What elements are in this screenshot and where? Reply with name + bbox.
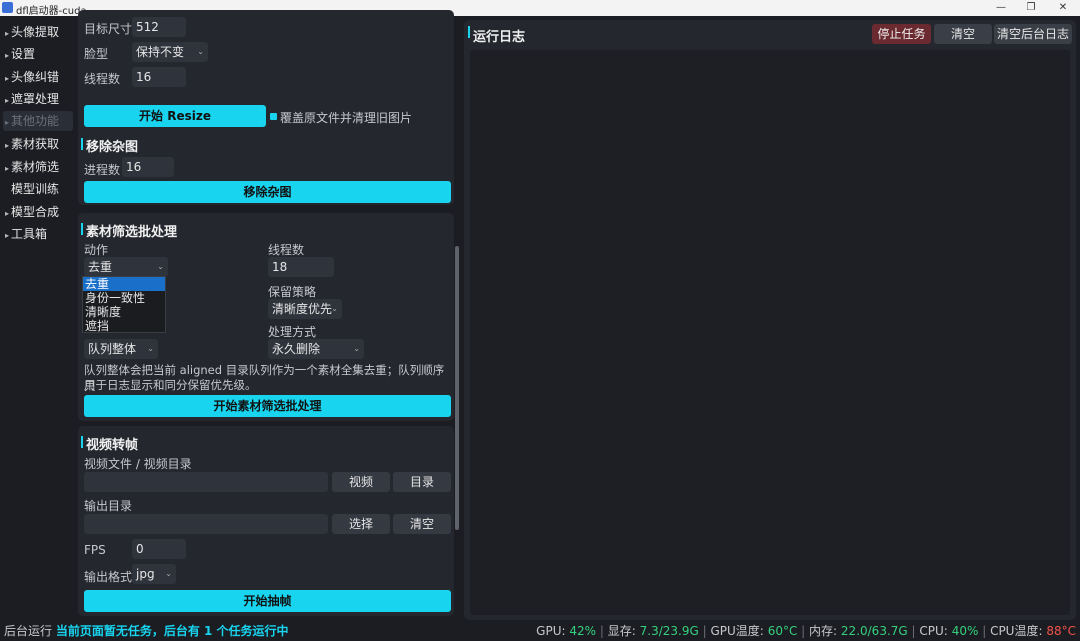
face-type-select[interactable]: 保持不变 ⌄	[132, 42, 208, 62]
tools-scroll-area[interactable]: 目标尺寸 512 脸型 保持不变 ⌄ 线程数 16 开始 Resize 覆盖原文件…	[76, 10, 462, 621]
filter-threads-input[interactable]: 18	[268, 257, 334, 277]
left-scrollbar[interactable]	[455, 246, 459, 530]
sidebar-item-filter[interactable]: ▸ 素材筛选	[3, 157, 73, 177]
window-title: dfl启动器-cuda	[16, 6, 87, 17]
close-icon[interactable]: ✕	[1048, 0, 1078, 16]
clear-button[interactable]: 清空	[393, 514, 451, 534]
action-dropdown-list[interactable]: 去重 身份一致性 清晰度 遮挡	[82, 276, 166, 333]
app-icon	[2, 2, 13, 13]
filter-title: 素材筛选批处理	[80, 221, 177, 240]
action-option[interactable]: 去重	[83, 277, 165, 291]
status-bar: 后台运行 当前页面暂无任务，后台有 1 个任务运行中 GPU: 42% | 显存…	[0, 621, 1080, 641]
overwrite-checkbox[interactable]	[270, 113, 277, 120]
action-option[interactable]: 遮挡	[83, 319, 165, 333]
select-button[interactable]: 选择	[332, 514, 390, 534]
format-select[interactable]: jpg ⌄	[132, 564, 176, 584]
video-title: 视频转帧	[80, 434, 138, 453]
sidebar-item-toolbox[interactable]: ▸ 工具箱	[3, 224, 73, 244]
remove-title: 移除杂图	[80, 136, 138, 155]
action-option[interactable]: 清晰度	[83, 305, 165, 319]
log-textarea[interactable]	[470, 50, 1070, 615]
face-type-label: 脸型	[84, 47, 109, 61]
dir-button[interactable]: 目录	[393, 472, 451, 492]
target-size-input[interactable]: 512	[132, 17, 186, 37]
threads-label: 线程数	[84, 72, 121, 86]
video-file-input[interactable]	[84, 472, 328, 492]
clear-bg-log-button[interactable]: 清空后台日志	[994, 24, 1072, 44]
sidebar: ▸ 头像提取 ▸ 设置 ▸ 头像纠错 ▸ 遮罩处理 ▸ 其他功能 ▸ 素材获取 ▸ 素材筛选 …	[0, 16, 76, 621]
chevron-down-icon: ⌄	[165, 569, 172, 578]
video-button[interactable]: 视频	[332, 472, 390, 492]
sidebar-item-merge[interactable]: ▸ 模型合成	[3, 202, 73, 222]
start-extract-button[interactable]: 开始抽帧	[84, 590, 451, 612]
procs-input[interactable]: 16	[122, 157, 174, 177]
action-select[interactable]: 去重 ⌄	[84, 257, 168, 277]
overwrite-label: 覆盖原文件并清理旧图片	[280, 111, 413, 125]
output-dir-input[interactable]	[84, 514, 328, 534]
mode-label: 处理方式	[268, 325, 317, 339]
sidebar-item-mask[interactable]: ▸ 遮罩处理	[3, 89, 73, 109]
clear-log-button[interactable]: 清空	[934, 24, 992, 44]
sidebar-item-other[interactable]: ▸ 其他功能	[3, 111, 73, 131]
chevron-down-icon: ⌄	[331, 304, 338, 313]
video-file-label: 视频文件 / 视频目录	[84, 457, 192, 471]
threads-input[interactable]: 16	[132, 67, 186, 87]
start-resize-button[interactable]: 开始 Resize	[84, 105, 266, 127]
system-stats: GPU: 42% | 显存: 7.3/23.9G | GPU温度: 60°C |…	[536, 624, 1076, 638]
scope-select[interactable]: 队列整体 ⌄	[84, 339, 158, 359]
keep-select[interactable]: 清晰度优先 ⌄	[268, 299, 342, 319]
chevron-down-icon: ⌄	[157, 262, 164, 271]
video-card: 视频转帧 视频文件 / 视频目录 视频 目录 输出目录 选择 清空 FPS 0 …	[78, 426, 454, 616]
sidebar-item-face-fix[interactable]: ▸ 头像纠错	[3, 67, 73, 87]
filter-threads-label: 线程数	[268, 243, 305, 257]
maximize-icon[interactable]: ❐	[1016, 0, 1046, 16]
chevron-down-icon: ⌄	[197, 47, 204, 56]
log-panel: 运行日志 停止任务 清空 清空后台日志	[464, 20, 1076, 620]
log-title: 运行日志	[467, 26, 525, 45]
remove-card: 移除杂图 进程数 16 移除杂图	[78, 128, 454, 205]
remove-button[interactable]: 移除杂图	[84, 181, 451, 203]
fps-input[interactable]: 0	[132, 539, 186, 559]
format-label: 输出格式	[84, 570, 133, 584]
chevron-down-icon: ⌄	[147, 344, 154, 353]
sidebar-item-settings[interactable]: ▸ 设置	[3, 44, 73, 64]
sidebar-item-acquire[interactable]: ▸ 素材获取	[3, 134, 73, 154]
sidebar-item-train[interactable]: 模型训练	[3, 179, 73, 199]
resize-card: 目标尺寸 512 脸型 保持不变 ⌄ 线程数 16 开始 Resize 覆盖原文件…	[78, 10, 454, 138]
procs-label: 进程数	[84, 163, 121, 177]
mode-select[interactable]: 永久删除 ⌄	[268, 339, 364, 359]
keep-label: 保留策略	[268, 285, 317, 299]
action-label: 动作	[84, 243, 109, 257]
output-dir-label: 输出目录	[84, 499, 133, 513]
start-filter-button[interactable]: 开始素材筛选批处理	[84, 395, 451, 417]
filter-desc-line2: 用于日志显示和同分保留优先级。	[84, 378, 257, 392]
sidebar-item-face-extract[interactable]: ▸ 头像提取	[3, 22, 73, 42]
action-option[interactable]: 身份一致性	[83, 291, 165, 305]
stop-task-button[interactable]: 停止任务	[872, 24, 931, 44]
minimize-icon[interactable]: —	[986, 0, 1016, 16]
task-status: 后台运行 当前页面暂无任务，后台有 1 个任务运行中	[4, 624, 289, 638]
fps-label: FPS	[84, 543, 106, 557]
target-size-label: 目标尺寸	[84, 22, 133, 36]
chevron-down-icon: ⌄	[353, 344, 360, 353]
